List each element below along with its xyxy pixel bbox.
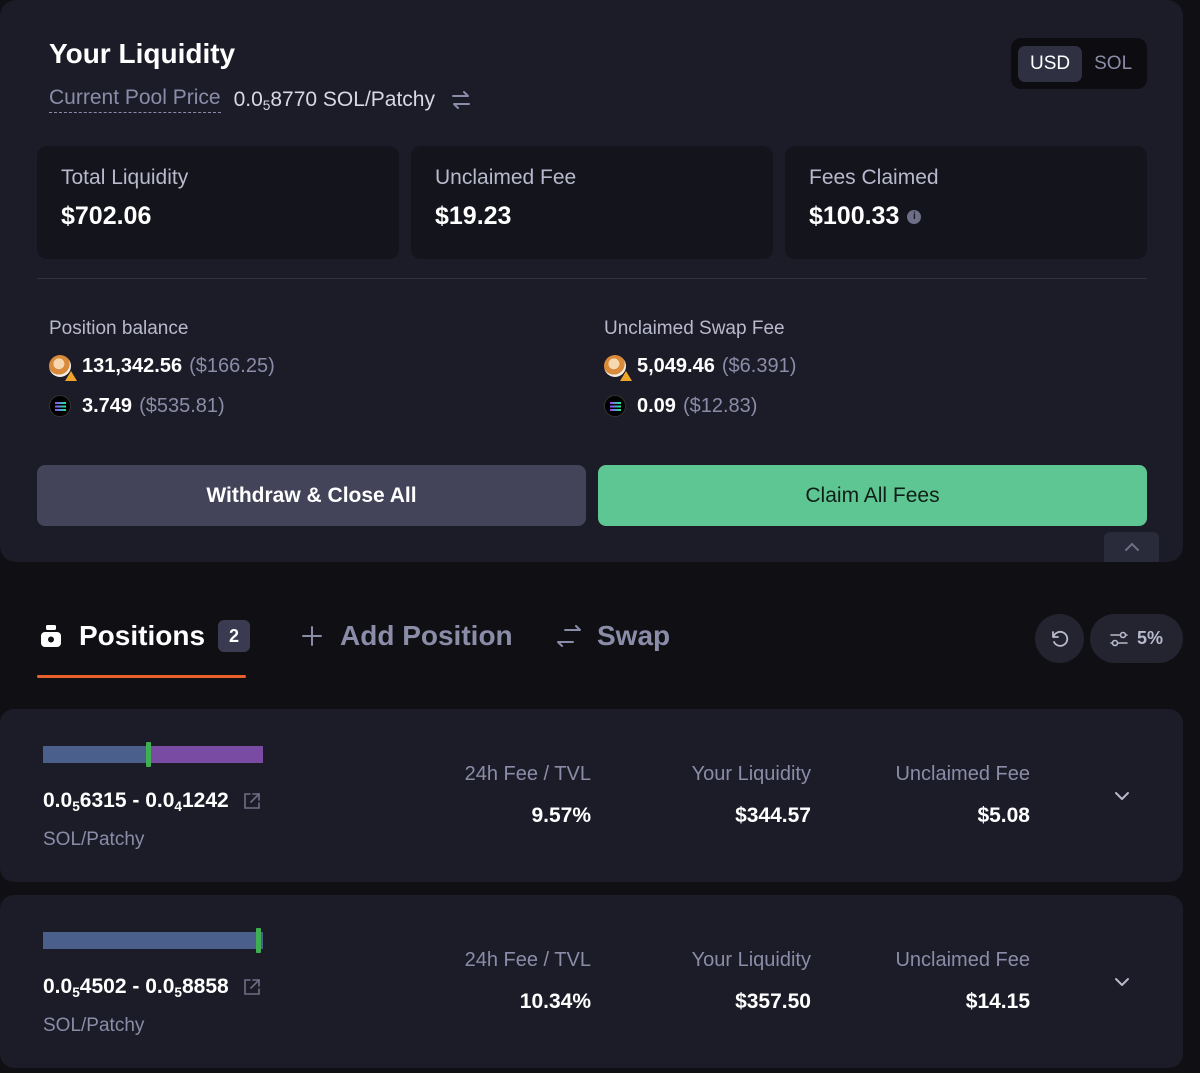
unclaimed-fee-metric: Unclaimed Fee $14.15: [895, 949, 1030, 1013]
range-below-segment: [43, 932, 263, 949]
sol-token-icon: [49, 395, 71, 417]
tab-positions-label: Positions: [79, 620, 206, 651]
position-balance-label: Position balance: [49, 318, 189, 339]
positions-count-badge: 2: [218, 620, 251, 652]
fee-usd: ($6.391): [721, 354, 797, 377]
balance-usd: ($166.25): [189, 354, 275, 377]
sol-token-icon: [604, 395, 626, 417]
tab-add-position-label: Add Position: [340, 620, 513, 651]
stat-value: $19.23: [435, 202, 512, 230]
slippage-value: 5%: [1136, 628, 1163, 648]
balance-usd: ($535.81): [139, 394, 225, 417]
position-balance: Position balance 131,342.56 ($166.25) 3.…: [49, 318, 275, 432]
balance-amount: 131,342.56: [82, 354, 183, 377]
refresh-icon: [1051, 630, 1068, 647]
price-range-text: 0.056315 - 0.041242: [43, 789, 261, 813]
pair-label: SOL/Patchy: [43, 1015, 145, 1036]
external-link-icon[interactable]: [243, 792, 261, 810]
stat-label: Total Liquidity: [61, 166, 189, 189]
range-above-segment: [149, 746, 263, 763]
settings-sliders-icon: [1110, 631, 1128, 646]
expand-position-button[interactable]: [1112, 972, 1132, 992]
tab-positions[interactable]: Positions 2: [37, 620, 251, 652]
warning-icon: [65, 371, 77, 381]
pool-price-row: Current Pool Price 0.058770 SOL/Patchy: [49, 86, 473, 113]
plus-icon: [298, 622, 326, 650]
fee-row: 0.09 ($12.83): [604, 392, 796, 420]
liquidity-title: Your Liquidity: [49, 38, 236, 69]
current-price-marker: [146, 742, 151, 767]
price-range-text: 0.054502 - 0.058858: [43, 975, 261, 999]
current-price-marker: [256, 928, 261, 953]
chevron-down-icon: [1115, 792, 1129, 800]
chevron-down-icon: [1115, 978, 1129, 986]
collapse-button[interactable]: [1104, 532, 1159, 562]
tab-swap-label: Swap: [597, 620, 671, 651]
external-link-icon[interactable]: [243, 978, 261, 996]
fees-claimed-box: Fees Claimed $100.33 i: [785, 146, 1147, 259]
pool-price-value: 0.058770 SOL/Patchy: [233, 87, 435, 113]
fee-tvl-metric: 24h Fee / TVL 9.57%: [464, 763, 591, 827]
claim-all-fees-button[interactable]: Claim All Fees: [598, 465, 1147, 526]
fee-tvl-metric: 24h Fee / TVL 10.34%: [464, 949, 591, 1013]
unclaimed-swap-fee-label: Unclaimed Swap Fee: [604, 318, 785, 339]
stat-value: $702.06: [61, 202, 152, 230]
fee-row: 5,049.46 ($6.391): [604, 352, 797, 381]
tab-add-position[interactable]: Add Position: [298, 620, 513, 652]
position-card-1: 0.056315 - 0.041242 SOL/Patchy 24h Fee /…: [0, 709, 1183, 882]
position-card-2: 0.054502 - 0.058858 SOL/Patchy 24h Fee /…: [0, 895, 1183, 1068]
warning-icon: [620, 371, 632, 381]
bag-icon: [37, 622, 65, 650]
refresh-button[interactable]: [1035, 614, 1084, 663]
unclaimed-fee-metric: Unclaimed Fee $5.08: [895, 763, 1030, 827]
liquidity-card: Your Liquidity Current Pool Price 0.0587…: [0, 0, 1183, 562]
fee-usd: ($12.83): [682, 394, 758, 417]
withdraw-close-all-button[interactable]: Withdraw & Close All: [37, 465, 586, 526]
stat-label: Unclaimed Fee: [435, 166, 577, 189]
currency-toggle: USD SOL: [1011, 38, 1147, 89]
stat-value: $100.33 i: [809, 202, 1123, 231]
pool-price-label[interactable]: Current Pool Price: [49, 86, 221, 113]
range-below-segment: [43, 746, 149, 763]
your-liquidity-metric: Your Liquidity $357.50: [691, 949, 811, 1013]
active-tab-underline: [37, 675, 246, 678]
info-icon[interactable]: i: [907, 209, 922, 224]
your-liquidity-metric: Your Liquidity $344.57: [691, 763, 811, 827]
expand-position-button[interactable]: [1112, 786, 1132, 806]
balance-amount: 3.749: [82, 394, 133, 417]
slippage-settings-button[interactable]: 5%: [1090, 614, 1183, 663]
currency-option-usd[interactable]: USD: [1018, 45, 1083, 82]
price-range-bar: [43, 928, 263, 953]
patchy-token-icon: [49, 355, 77, 381]
patchy-token-icon: [604, 355, 632, 381]
swap-arrows-icon: [555, 622, 583, 650]
balance-row: 3.749 ($535.81): [49, 392, 275, 420]
fee-amount: 5,049.46: [637, 354, 715, 377]
stat-label: Fees Claimed: [809, 166, 939, 189]
divider: [37, 278, 1147, 279]
total-liquidity-box: Total Liquidity $702.06: [37, 146, 399, 259]
price-range-bar: [43, 742, 263, 767]
chevron-up-icon: [1124, 542, 1139, 551]
fee-amount: 0.09: [637, 394, 676, 417]
invert-price-icon[interactable]: [449, 88, 473, 112]
currency-option-sol[interactable]: SOL: [1082, 46, 1144, 82]
pair-label: SOL/Patchy: [43, 829, 145, 850]
balance-row: 131,342.56 ($166.25): [49, 352, 275, 381]
unclaimed-fee-box: Unclaimed Fee $19.23: [411, 146, 773, 259]
tab-swap[interactable]: Swap: [555, 620, 670, 652]
unclaimed-swap-fee: Unclaimed Swap Fee 5,049.46 ($6.391) 0.0…: [604, 318, 796, 432]
